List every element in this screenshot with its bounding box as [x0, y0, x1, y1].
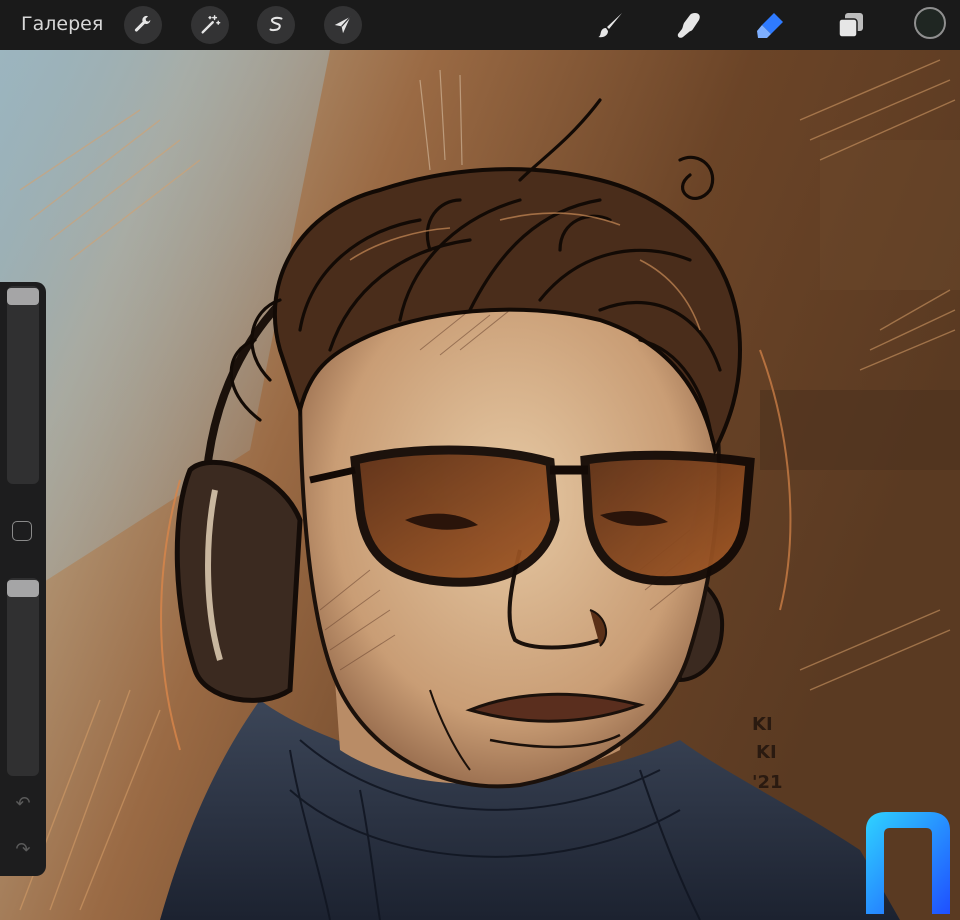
- redo-button[interactable]: ↷: [10, 838, 36, 862]
- layers-icon: [838, 13, 863, 38]
- brush-size-thumb[interactable]: [7, 288, 39, 305]
- gallery-button[interactable]: Галерея: [21, 13, 103, 35]
- magic-wand-icon: [201, 15, 221, 34]
- modify-button[interactable]: [12, 521, 32, 541]
- undo-icon: ↶: [15, 793, 31, 814]
- eraser-tool[interactable]: [754, 9, 786, 41]
- svg-text:KI: KI: [752, 714, 773, 735]
- selection-button[interactable]: [257, 6, 295, 44]
- drawing-canvas[interactable]: KI KI '21: [0, 50, 960, 920]
- opacity-slider[interactable]: [7, 578, 39, 776]
- top-toolbar: Галерея: [0, 0, 960, 50]
- brush-tool[interactable]: [594, 9, 626, 41]
- brush-icon: [598, 13, 622, 38]
- undo-button[interactable]: ↶: [10, 792, 36, 816]
- wrench-icon: [134, 15, 151, 32]
- actions-button[interactable]: [124, 6, 162, 44]
- smudge-finger-icon: [677, 13, 700, 38]
- smudge-tool[interactable]: [673, 9, 705, 41]
- left-sidebar: ↶ ↷: [0, 282, 46, 876]
- arrow-cursor-icon: [334, 16, 351, 34]
- opacity-thumb[interactable]: [7, 580, 39, 597]
- artwork-portrait: KI KI '21: [0, 50, 960, 920]
- brush-size-slider[interactable]: [7, 286, 39, 484]
- transform-button[interactable]: [324, 6, 362, 44]
- selection-icon: [269, 16, 283, 32]
- svg-text:'21: '21: [752, 772, 783, 793]
- eraser-icon: [757, 13, 783, 38]
- color-button[interactable]: [914, 7, 946, 39]
- adjustments-button[interactable]: [191, 6, 229, 44]
- layers-button[interactable]: [835, 9, 867, 41]
- svg-text:KI: KI: [756, 742, 777, 763]
- redo-icon: ↷: [15, 839, 31, 860]
- blue-arch-logo-icon: [866, 812, 950, 914]
